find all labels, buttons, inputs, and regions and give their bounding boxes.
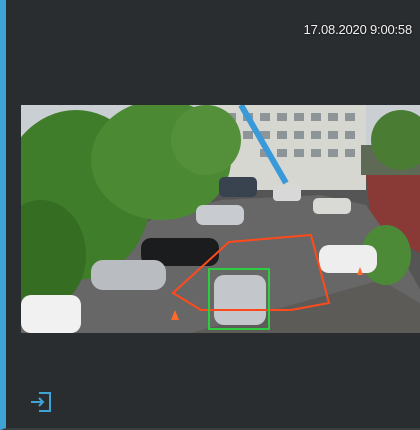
- camera-video-frame[interactable]: [21, 105, 420, 333]
- camera-timestamp: 17.08.2020 9:00:58: [303, 22, 413, 37]
- tile-controls: [12, 333, 420, 428]
- exit-icon: [31, 392, 51, 412]
- parking-lot-scene: [21, 105, 420, 333]
- camera-tile[interactable]: 17.08.2020 9:00:58: [0, 0, 420, 430]
- exit-button[interactable]: [26, 387, 56, 417]
